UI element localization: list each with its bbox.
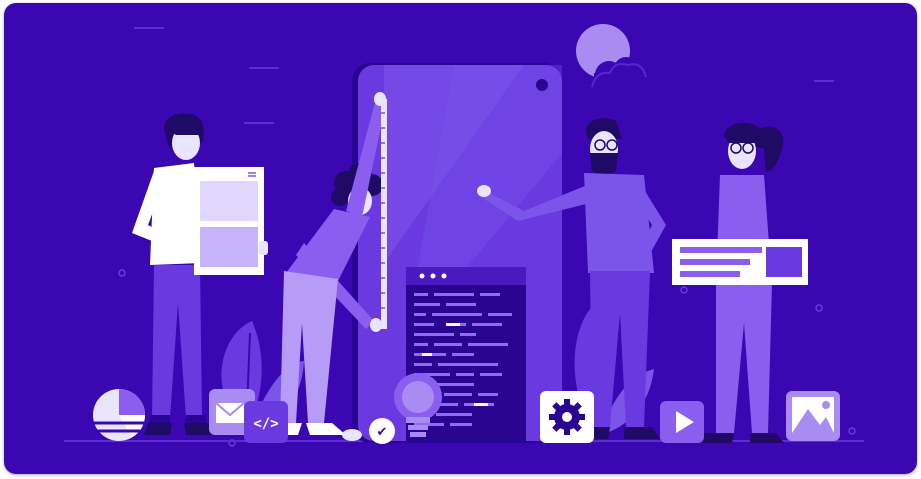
pie-chart-icon [93,389,145,441]
image-icon [786,391,840,441]
measuring-tape [381,99,387,329]
svg-text:</>: </> [253,416,278,432]
code-icon[interactable]: </> [244,401,288,443]
illustration-frame: </> ✔ [4,3,917,474]
gear-icon[interactable] [540,391,594,443]
info-card [672,239,808,285]
svg-text:✔: ✔ [377,425,388,440]
camera-icon [536,79,548,91]
hand [259,241,268,255]
team-building-app-illustration: </> ✔ [4,3,917,474]
play-icon[interactable] [660,401,704,443]
wireframe-panel [194,167,264,275]
